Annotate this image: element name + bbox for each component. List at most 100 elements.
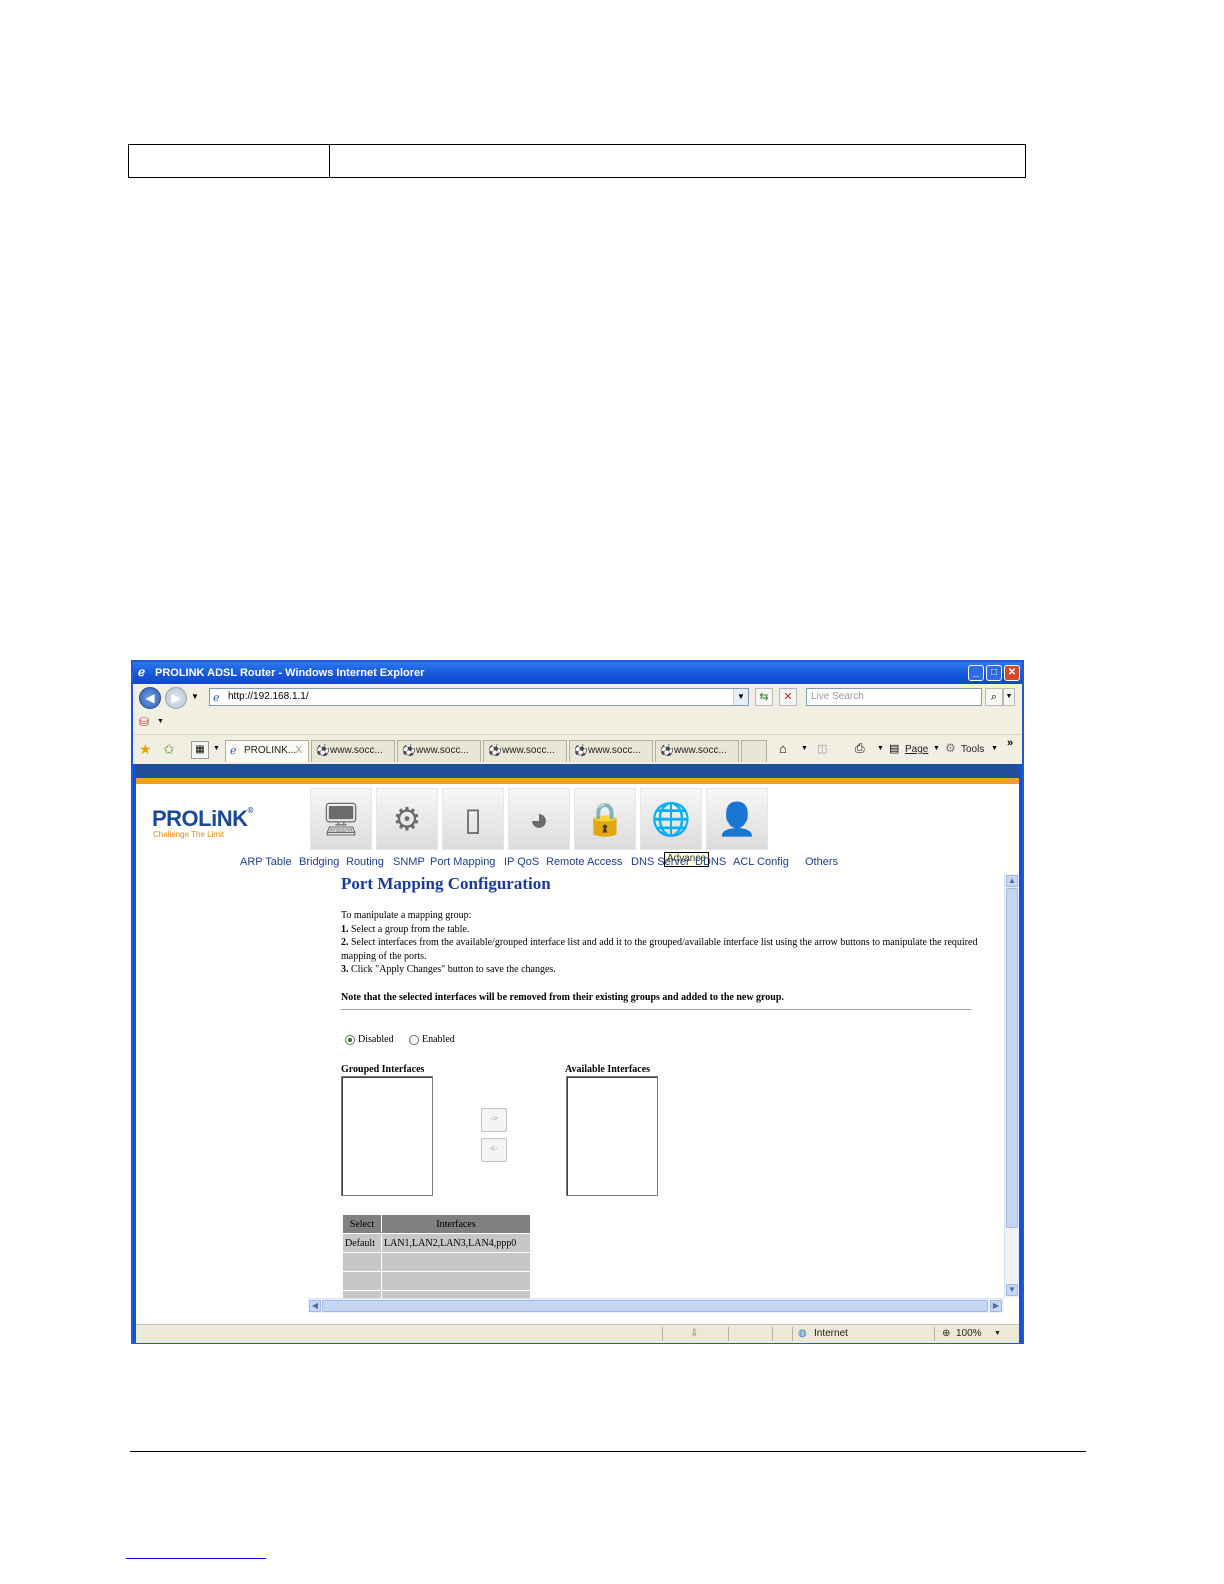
- new-tab-button[interactable]: [741, 740, 767, 762]
- page-icon: ℯ: [213, 692, 220, 704]
- radio-disabled-dot[interactable]: [345, 1034, 355, 1045]
- window-title: PROLINK ADSL Router - Windows Internet E…: [155, 667, 425, 679]
- port-mapping-page: Port Mapping Configuration To manipulate…: [136, 872, 1006, 1300]
- scroll-right-icon[interactable]: ▶: [990, 1300, 1002, 1312]
- instruction-step-1: 1. Select a group from the table.: [341, 923, 470, 935]
- feeds-icon[interactable]: ◫: [817, 742, 827, 755]
- scroll-left-icon[interactable]: ◀: [309, 1300, 321, 1312]
- subnav-bridging[interactable]: Bridging: [299, 856, 339, 868]
- row-select[interactable]: Default: [342, 1233, 382, 1253]
- zoom-dropdown-icon[interactable]: ▼: [994, 1330, 1001, 1337]
- minimize-icon[interactable]: _: [968, 665, 984, 681]
- horizontal-scrollbar[interactable]: ◀ ▶: [308, 1298, 1004, 1313]
- tab-socc-3[interactable]: ⚽ www.socc...: [483, 740, 567, 762]
- subnav-port-mapping[interactable]: Port Mapping: [430, 856, 495, 868]
- available-interfaces-label: Available Interfaces: [565, 1064, 651, 1075]
- print-icon[interactable]: ⎙: [855, 741, 865, 756]
- table-row[interactable]: [342, 1252, 531, 1272]
- refresh-icon[interactable]: ⇆: [755, 688, 773, 706]
- subnav-acl-config[interactable]: ACL Config: [733, 856, 789, 868]
- tab-socc-1[interactable]: ⚽ www.socc...: [311, 740, 395, 762]
- page-menu[interactable]: Page: [905, 744, 928, 755]
- tab-socc-4[interactable]: ⚽ www.socc...: [569, 740, 653, 762]
- add-favorite-icon[interactable]: ✩: [163, 741, 175, 758]
- add-interface-button[interactable]: ->: [481, 1108, 507, 1132]
- tab-label: www.socc...: [502, 745, 555, 756]
- home-icon[interactable]: ⌂: [779, 741, 787, 756]
- subnav-remote-access[interactable]: Remote Access: [546, 856, 622, 868]
- subnav-ip-qos[interactable]: IP QoS: [504, 856, 539, 868]
- scroll-down-icon[interactable]: ▼: [1006, 1284, 1018, 1296]
- table-cell-right: [330, 145, 1025, 177]
- search-input[interactable]: Live Search: [806, 688, 982, 706]
- advance-globe-icon[interactable]: 🌐: [640, 788, 702, 850]
- vertical-scroll-thumb[interactable]: [1006, 888, 1018, 1228]
- instructions-intro: To manipulate a mapping group:: [341, 910, 472, 921]
- grouped-interfaces-list[interactable]: [341, 1076, 433, 1196]
- horizontal-scroll-thumb[interactable]: [322, 1300, 988, 1312]
- row-select[interactable]: [342, 1271, 382, 1291]
- device-icon[interactable]: ▯: [442, 788, 504, 850]
- tools-dropdown-icon[interactable]: ▼: [991, 745, 998, 752]
- row-interfaces: [381, 1252, 531, 1272]
- subnav-routing[interactable]: Routing: [346, 856, 384, 868]
- home-dropdown-icon[interactable]: ▼: [801, 745, 808, 752]
- print-dropdown-icon[interactable]: ▼: [877, 745, 884, 752]
- favorites-dropdown-icon[interactable]: ▼: [157, 718, 164, 725]
- back-icon[interactable]: ◀: [139, 687, 161, 709]
- subnav-dns-server[interactable]: DNS Server: [631, 856, 690, 868]
- soccer-ball-icon: ⚽: [660, 745, 674, 757]
- close-icon[interactable]: ✕: [1004, 665, 1020, 681]
- status-bar: ⇩ ◍ Internet ⊕ 100% ▼: [136, 1324, 1019, 1343]
- subnav-ddns[interactable]: DDNS: [695, 856, 726, 868]
- vertical-scrollbar[interactable]: ▲ ▼: [1004, 874, 1019, 1298]
- divider: [341, 1009, 971, 1010]
- row-interfaces: LAN1,LAN2,LAN3,LAN4,ppp0: [381, 1233, 531, 1253]
- table-row[interactable]: [342, 1271, 531, 1291]
- ie-icon: ℯ: [138, 665, 146, 679]
- tab-label: PROLINK...: [244, 745, 297, 756]
- soccer-ball-icon: ⚽: [316, 745, 330, 757]
- radio-enabled[interactable]: Enabled: [409, 1034, 455, 1045]
- setup-gear-icon[interactable]: ⚙: [376, 788, 438, 850]
- page-dropdown-icon[interactable]: ▼: [933, 745, 940, 752]
- radio-enabled-dot[interactable]: [409, 1034, 419, 1045]
- globe-tools-icon[interactable]: ◕: [508, 788, 570, 850]
- address-bar[interactable]: ℯ http://192.168.1.1/ ▼: [209, 688, 749, 706]
- ie-page-icon: ℯ: [230, 745, 237, 757]
- subnav-others[interactable]: Others: [805, 856, 838, 868]
- more-chevron-icon[interactable]: »: [1007, 737, 1013, 749]
- lock-icon[interactable]: 🔒: [574, 788, 636, 850]
- page-menu-icon: ▤: [889, 743, 900, 755]
- search-options-icon[interactable]: ▼: [1003, 688, 1015, 706]
- tab-list-dropdown-icon[interactable]: ▼: [213, 745, 220, 752]
- search-icon[interactable]: ⌕: [985, 688, 1003, 706]
- scroll-up-icon[interactable]: ▲: [1006, 875, 1018, 887]
- tab-socc-2[interactable]: ⚽ www.socc...: [397, 740, 481, 762]
- subnav-arp-table[interactable]: ARP Table: [240, 856, 292, 868]
- quick-tabs-icon[interactable]: ▦: [191, 741, 209, 759]
- address-dropdown-icon[interactable]: ▼: [733, 689, 748, 705]
- stop-icon[interactable]: ✕: [779, 688, 797, 706]
- table-row[interactable]: Default LAN1,LAN2,LAN3,LAN4,ppp0: [342, 1233, 531, 1253]
- tab-close-icon[interactable]: X: [295, 741, 302, 761]
- favorites-center-icon[interactable]: ⛁: [139, 715, 149, 729]
- tab-label: www.socc...: [330, 745, 383, 756]
- status-monitor-icon[interactable]: 🖥: [310, 788, 372, 850]
- available-interfaces-list[interactable]: [566, 1076, 658, 1196]
- remove-interface-button[interactable]: <-: [481, 1138, 507, 1162]
- tab-label: www.socc...: [416, 745, 469, 756]
- subnav-snmp[interactable]: SNMP: [393, 856, 425, 868]
- zoom-level[interactable]: 100%: [956, 1328, 982, 1339]
- admin-user-icon[interactable]: 👤: [706, 788, 768, 850]
- maximize-icon[interactable]: □: [986, 665, 1002, 681]
- radio-disabled[interactable]: Disabled: [345, 1034, 394, 1045]
- forward-icon[interactable]: ▶: [165, 687, 187, 709]
- sub-navigation: ARP Table Bridging Routing SNMP Port Map…: [136, 854, 1019, 872]
- tab-prolink[interactable]: ℯ PROLINK... X: [225, 740, 309, 762]
- history-dropdown-icon[interactable]: ▼: [191, 692, 199, 701]
- tab-socc-5[interactable]: ⚽ www.socc...: [655, 740, 739, 762]
- tools-menu[interactable]: Tools: [961, 744, 984, 755]
- row-select[interactable]: [342, 1252, 382, 1272]
- favorites-star-icon[interactable]: ★: [139, 741, 152, 758]
